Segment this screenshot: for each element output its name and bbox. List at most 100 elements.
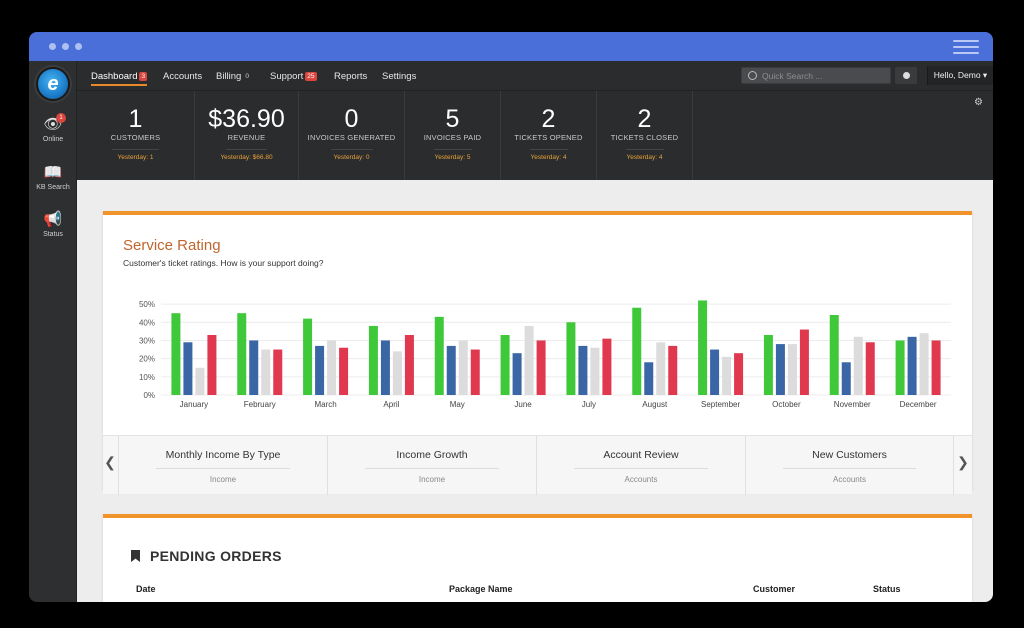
browser-window: e 👁 1 Online 📖 KB Search 📢 Status Dashbo… bbox=[29, 32, 993, 602]
nav-label: Dashboard bbox=[91, 71, 138, 82]
slide-title: New Customers bbox=[812, 449, 887, 461]
chart-bar bbox=[512, 353, 522, 395]
y-tick-label: 20% bbox=[139, 355, 155, 364]
sidebar-item-kb-search[interactable]: 📖 KB Search bbox=[29, 165, 77, 192]
top-navigation: Dashboard 3 Accounts Billing 0 Support 25 R… bbox=[77, 61, 993, 91]
x-tick-label: November bbox=[834, 400, 871, 409]
stat-label: INVOICES PAID bbox=[423, 133, 482, 142]
window-dot[interactable] bbox=[75, 43, 82, 50]
nav-label: Support bbox=[270, 71, 304, 82]
carousel-slide-new-customers[interactable]: New Customers Accounts bbox=[745, 436, 954, 495]
online-badge: 1 bbox=[56, 113, 66, 123]
chart-bar bbox=[327, 340, 337, 395]
column-header-package-name[interactable]: Package Name bbox=[449, 584, 513, 594]
service-rating-panel: Service Rating Customer's ticket ratings… bbox=[103, 211, 972, 495]
slide-divider bbox=[365, 468, 499, 469]
stat-label: TICKETS CLOSED bbox=[610, 133, 679, 142]
chart-bar bbox=[470, 349, 480, 395]
stat-label: INVOICES GENERATED bbox=[307, 133, 396, 142]
chart-bar bbox=[578, 345, 588, 395]
chart-bar bbox=[404, 335, 414, 395]
nav-reports[interactable]: Reports bbox=[334, 71, 367, 82]
stat-value: 2 bbox=[541, 105, 556, 133]
window-dot[interactable] bbox=[62, 43, 69, 50]
x-tick-label: December bbox=[900, 400, 937, 409]
chart-bar bbox=[644, 362, 654, 395]
stat-divider bbox=[529, 149, 568, 150]
nav-label: Settings bbox=[382, 71, 417, 82]
x-tick-label: August bbox=[642, 400, 668, 409]
y-tick-label: 10% bbox=[139, 373, 155, 382]
chart-bar bbox=[237, 313, 247, 395]
stat-revenue: $36.90 REVENUE Yesterday: $66.80 bbox=[195, 91, 299, 180]
chart-bar bbox=[710, 349, 720, 395]
bookmark-icon bbox=[131, 550, 140, 562]
chart-bar bbox=[668, 345, 678, 395]
hamburger-menu-icon[interactable] bbox=[953, 40, 979, 54]
user-menu[interactable]: Hello, Demo ▾ bbox=[927, 66, 993, 85]
x-tick-label: October bbox=[772, 400, 801, 409]
carousel-slide-income-growth[interactable]: Income Growth Income bbox=[327, 436, 536, 495]
stat-divider bbox=[433, 149, 472, 150]
chart-bar bbox=[446, 345, 456, 395]
slide-title: Monthly Income By Type bbox=[165, 449, 281, 461]
sidebar-item-label: Online bbox=[42, 136, 64, 143]
billing-badge: 0 bbox=[245, 73, 249, 80]
search-button[interactable] bbox=[895, 67, 917, 84]
megaphone-icon: 📢 bbox=[43, 211, 63, 228]
sidebar-item-online[interactable]: 👁 1 Online bbox=[29, 113, 77, 143]
nav-dashboard[interactable]: Dashboard 3 bbox=[91, 71, 148, 86]
stat-tickets-opened: 2 TICKETS OPENED Yesterday: 4 bbox=[501, 91, 597, 180]
stat-value: 1 bbox=[128, 105, 143, 133]
nav-label: Accounts bbox=[163, 71, 203, 82]
stat-divider bbox=[112, 149, 159, 150]
chart-bar bbox=[799, 329, 809, 395]
chart-bar bbox=[907, 336, 917, 395]
slide-subtitle: Income bbox=[209, 475, 237, 484]
app-logo[interactable]: e bbox=[36, 67, 70, 101]
search-icon bbox=[748, 71, 757, 80]
stat-value: 5 bbox=[445, 105, 460, 133]
slide-subtitle: Income bbox=[418, 475, 446, 484]
nav-billing[interactable]: Billing 0 bbox=[216, 71, 251, 82]
chart-bar bbox=[931, 340, 941, 395]
column-header-status[interactable]: Status bbox=[873, 584, 901, 594]
carousel-slide-account-review[interactable]: Account Review Accounts bbox=[536, 436, 745, 495]
chart-bar bbox=[829, 315, 839, 395]
stat-invoices-generated: 0 INVOICES GENERATED Yesterday: 0 bbox=[299, 91, 405, 180]
nav-support[interactable]: Support 25 bbox=[270, 71, 317, 82]
chart-bar bbox=[895, 340, 905, 395]
chart-bar bbox=[853, 336, 863, 395]
column-header-date[interactable]: Date bbox=[136, 584, 156, 594]
stat-yesterday: Yesterday: 0 bbox=[333, 154, 370, 161]
column-header-customer[interactable]: Customer bbox=[753, 584, 795, 594]
chevron-left-icon[interactable]: ❮ bbox=[103, 454, 117, 471]
stat-label: REVENUE bbox=[227, 133, 266, 142]
sidebar-item-status[interactable]: 📢 Status bbox=[29, 211, 77, 239]
slide-subtitle: Accounts bbox=[833, 475, 866, 484]
chart-bar bbox=[566, 322, 576, 395]
chart-bar bbox=[763, 335, 773, 395]
chart-bar bbox=[919, 333, 929, 395]
chart-bar bbox=[249, 340, 259, 395]
chart-bar bbox=[434, 316, 444, 395]
nav-settings[interactable]: Settings bbox=[382, 71, 416, 82]
chevron-right-icon[interactable]: ❯ bbox=[956, 454, 970, 471]
window-dot[interactable] bbox=[49, 43, 56, 50]
chart-bar bbox=[524, 325, 534, 395]
carousel-slide-monthly-income[interactable]: Monthly Income By Type Income bbox=[118, 436, 327, 495]
quick-search-input[interactable] bbox=[762, 70, 882, 81]
nav-label: Reports bbox=[334, 71, 368, 82]
gear-icon[interactable]: ⚙ bbox=[974, 97, 983, 108]
chart-bar bbox=[273, 349, 283, 395]
stat-invoices-paid: 5 INVOICES PAID Yesterday: 5 bbox=[405, 91, 501, 180]
y-tick-label: 40% bbox=[139, 318, 155, 327]
x-tick-label: January bbox=[180, 400, 208, 409]
chart-bar bbox=[536, 340, 546, 395]
chart-bar bbox=[656, 342, 666, 395]
slide-title: Account Review bbox=[603, 449, 679, 461]
stat-customers: 1 CUSTOMERS Yesterday: 1 bbox=[77, 91, 195, 180]
nav-accounts[interactable]: Accounts bbox=[163, 71, 202, 82]
chart-bar bbox=[195, 367, 205, 395]
chart-bar bbox=[722, 356, 732, 395]
